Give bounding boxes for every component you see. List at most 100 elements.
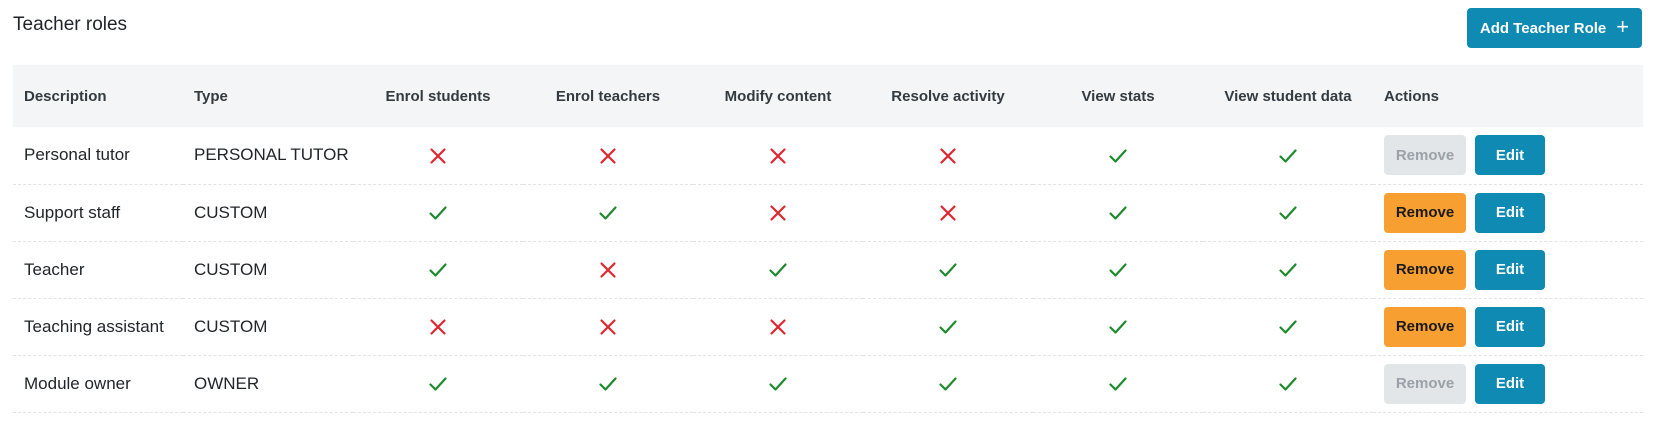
check-icon — [1108, 203, 1128, 223]
column-header-description: Description — [24, 87, 107, 105]
check-icon — [1278, 374, 1298, 394]
cross-icon — [938, 146, 958, 166]
row-actions: Remove Edit — [1373, 241, 1643, 298]
check-icon — [1108, 374, 1128, 394]
check-icon — [598, 203, 618, 223]
check-icon — [1278, 260, 1298, 280]
edit-button[interactable]: Edit — [1475, 192, 1545, 233]
permission-view-student-data — [1203, 241, 1373, 298]
column-header-view-student-data: View student data — [1224, 87, 1352, 105]
permission-enrol-teachers — [523, 298, 693, 355]
remove-button[interactable]: Remove — [1384, 363, 1466, 404]
permission-enrol-teachers — [523, 241, 693, 298]
permission-enrol-students — [353, 355, 523, 412]
check-icon — [768, 374, 788, 394]
check-icon — [938, 374, 958, 394]
remove-button[interactable]: Remove — [1384, 306, 1466, 347]
table-row: Teacher CUSTOM Remove Edit — [13, 241, 1643, 298]
row-actions: Remove Edit — [1373, 298, 1643, 355]
check-icon — [1278, 203, 1298, 223]
role-description: Teaching assistant — [24, 316, 164, 336]
check-icon — [428, 260, 448, 280]
permission-modify-content — [693, 241, 863, 298]
permission-modify-content — [693, 298, 863, 355]
cross-icon — [598, 146, 618, 166]
cross-icon — [768, 317, 788, 337]
permission-view-student-data — [1203, 184, 1373, 241]
permission-enrol-teachers — [523, 184, 693, 241]
column-header-resolve-activity: Resolve activity — [891, 87, 1005, 105]
add-teacher-role-label: Add Teacher Role — [1479, 19, 1607, 37]
column-header-modify-content: Modify content — [724, 87, 832, 105]
permission-view-stats — [1033, 127, 1203, 184]
remove-button[interactable]: Remove — [1384, 135, 1466, 176]
remove-button[interactable]: Remove — [1384, 192, 1466, 233]
page-title: Teacher roles — [13, 14, 128, 35]
column-header-view-stats: View stats — [1081, 87, 1155, 105]
table-row: Teaching assistant CUSTOM Remove Edit — [13, 298, 1643, 355]
check-icon — [1108, 317, 1128, 337]
plus-icon: + — [1616, 14, 1630, 39]
edit-button[interactable]: Edit — [1475, 135, 1545, 176]
permission-enrol-teachers — [523, 355, 693, 412]
row-actions: Remove Edit — [1373, 355, 1643, 412]
remove-button[interactable]: Remove — [1384, 249, 1466, 290]
permission-view-stats — [1033, 298, 1203, 355]
role-type: PERSONAL TUTOR — [194, 145, 349, 165]
permission-resolve-activity — [863, 241, 1033, 298]
permission-view-student-data — [1203, 298, 1373, 355]
permission-resolve-activity — [863, 127, 1033, 184]
permission-view-stats — [1033, 355, 1203, 412]
page-header: Teacher roles Add Teacher Role + — [0, 0, 1653, 62]
column-header-enrol-teachers: Enrol teachers — [555, 87, 661, 105]
check-icon — [598, 374, 618, 394]
teacher-roles-table: Description Type Enrol students Enrol te… — [13, 65, 1643, 413]
role-description: Module owner — [24, 373, 131, 393]
permission-modify-content — [693, 127, 863, 184]
check-icon — [1278, 146, 1298, 166]
permission-resolve-activity — [863, 298, 1033, 355]
role-description: Support staff — [24, 202, 121, 222]
permission-modify-content — [693, 184, 863, 241]
table-row: Support staff CUSTOM Remove Edit — [13, 184, 1643, 241]
cross-icon — [598, 260, 618, 280]
check-icon — [938, 260, 958, 280]
permission-resolve-activity — [863, 355, 1033, 412]
role-type: CUSTOM — [194, 316, 268, 336]
table-row: Personal tutor PERSONAL TUTOR Remove Edit — [13, 127, 1643, 184]
check-icon — [1108, 260, 1128, 280]
permission-modify-content — [693, 355, 863, 412]
permission-enrol-students — [353, 298, 523, 355]
table-header-row: Description Type Enrol students Enrol te… — [13, 65, 1643, 127]
cross-icon — [428, 146, 448, 166]
row-actions: Remove Edit — [1373, 184, 1643, 241]
role-type: CUSTOM — [194, 202, 268, 222]
permission-view-student-data — [1203, 127, 1373, 184]
permission-enrol-students — [353, 127, 523, 184]
column-header-enrol-students: Enrol students — [385, 87, 491, 105]
permission-enrol-students — [353, 241, 523, 298]
check-icon — [938, 317, 958, 337]
permission-enrol-teachers — [523, 127, 693, 184]
check-icon — [428, 374, 448, 394]
permission-view-stats — [1033, 241, 1203, 298]
check-icon — [1278, 317, 1298, 337]
cross-icon — [768, 203, 788, 223]
column-header-actions: Actions — [1384, 87, 1440, 105]
row-actions: Remove Edit — [1373, 127, 1643, 184]
check-icon — [428, 203, 448, 223]
role-description: Teacher — [24, 259, 85, 279]
cross-icon — [598, 317, 618, 337]
column-header-type: Type — [194, 87, 228, 105]
edit-button[interactable]: Edit — [1475, 249, 1545, 290]
edit-button[interactable]: Edit — [1475, 306, 1545, 347]
edit-button[interactable]: Edit — [1475, 363, 1545, 404]
add-teacher-role-button[interactable]: Add Teacher Role + — [1467, 8, 1642, 48]
permission-view-stats — [1033, 184, 1203, 241]
role-description: Personal tutor — [24, 145, 130, 165]
permission-resolve-activity — [863, 184, 1033, 241]
permission-view-student-data — [1203, 355, 1373, 412]
role-type: CUSTOM — [194, 259, 268, 279]
cross-icon — [768, 146, 788, 166]
role-type: OWNER — [194, 373, 260, 393]
